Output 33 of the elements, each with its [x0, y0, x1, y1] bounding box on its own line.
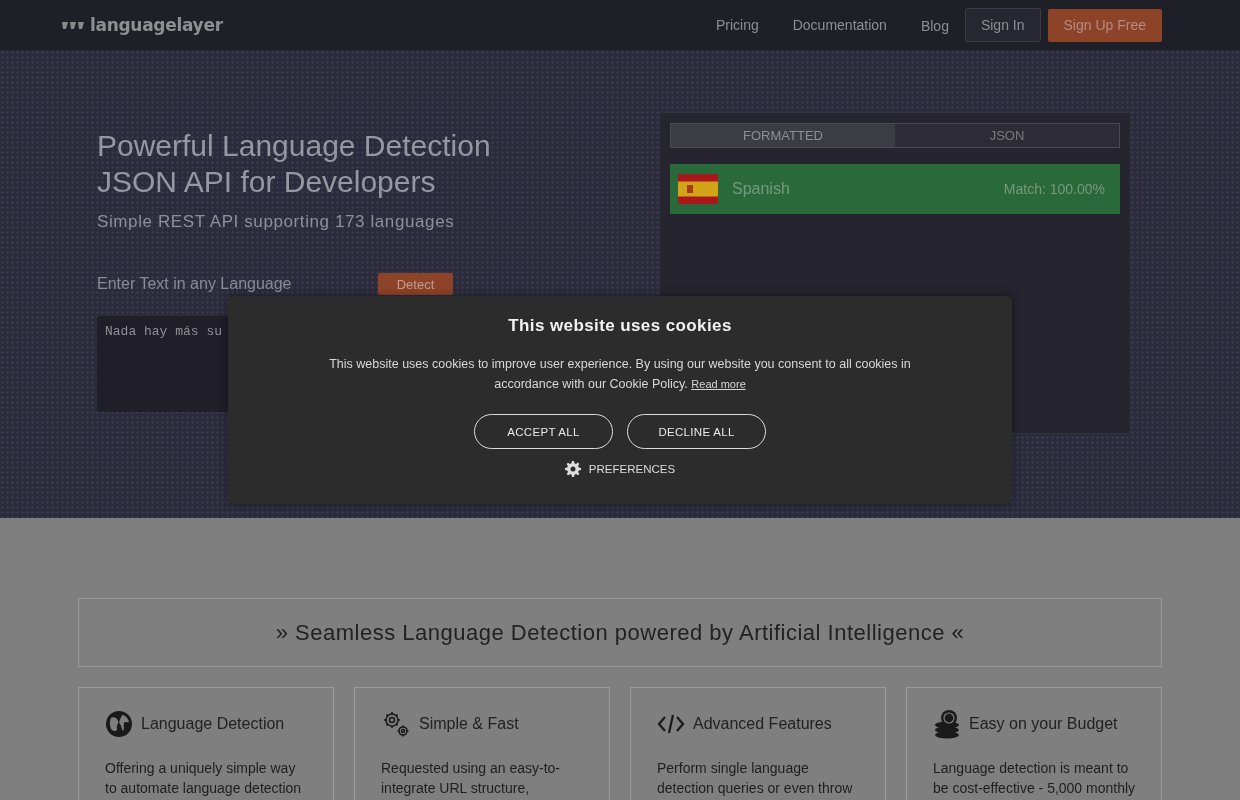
- nav-link[interactable]: Pricing: [715, 17, 759, 33]
- flag-icon: [678, 174, 718, 204]
- coins-icon: [933, 709, 961, 739]
- feature-description: Perform single language detection queries or even throw: [657, 759, 854, 798]
- cookie-title: This website uses cookies: [507, 316, 733, 336]
- logo-icon: [62, 20, 84, 30]
- feature-description: Offering a uniquely simple way to automate language detection: [105, 759, 303, 798]
- feature-title: Easy on your Budget: [969, 715, 1118, 733]
- result-tab[interactable]: JSON: [895, 124, 1119, 147]
- logo[interactable]: languagelayer: [90, 15, 223, 35]
- code-icon: [657, 714, 685, 734]
- read-more-link[interactable]: Read more: [691, 378, 746, 390]
- feature-title: Language Detection: [141, 715, 285, 733]
- language-name: Spanish: [732, 180, 791, 198]
- hero-title: Powerful Language Detection JSON API for Developers: [97, 128, 492, 200]
- settings-icon: [564, 461, 581, 477]
- input-label: Enter Text in any Language: [97, 275, 293, 293]
- feature-title: Simple & Fast: [419, 715, 519, 733]
- feature-title: Advanced Features: [693, 715, 832, 733]
- globe-icon: [105, 710, 133, 738]
- gears-icon: [381, 709, 411, 739]
- feature-description: Requested using an easy-to- integrate URL structure,: [381, 759, 561, 798]
- preferences-button[interactable]: PREFERENCES: [564, 461, 676, 477]
- detect-button[interactable]: Detect: [378, 273, 453, 295]
- match-score: Match: 100.00%: [1003, 181, 1105, 197]
- banner-text: » Seamless Language Detection powered by Artificial Intelligence «: [275, 619, 965, 646]
- nav-link[interactable]: Blog: [920, 18, 949, 34]
- nav-link[interactable]: Documentation: [792, 17, 887, 33]
- result-tab[interactable]: FORMATTED: [671, 124, 895, 147]
- hero-subtitle: Simple REST API supporting 173 languages: [97, 212, 456, 232]
- sign-in-button[interactable]: Sign In: [964, 8, 1041, 42]
- feature-description: Language detection is meant to be cost-effective - 5,000 monthly: [933, 759, 1137, 798]
- cookie-text: This website uses cookies to improve user experience. By using our website you consent to all cookies in accordance with our Cookie Policy. Read more: [328, 356, 912, 393]
